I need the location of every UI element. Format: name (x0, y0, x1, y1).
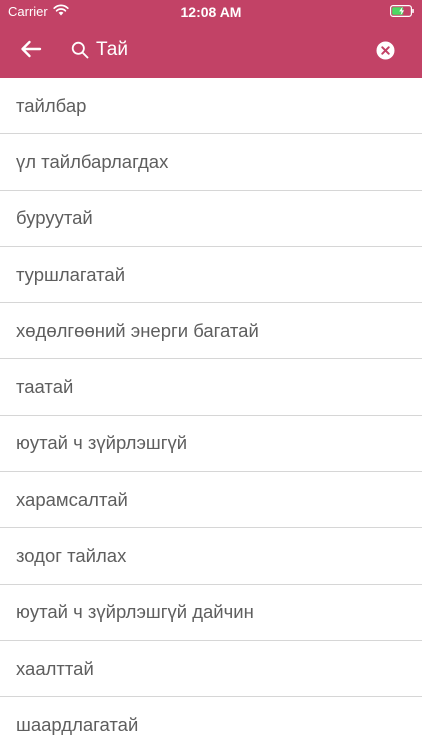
list-item[interactable]: харамсалтай (0, 472, 422, 529)
battery-charging-icon (390, 5, 414, 17)
search-toolbar (0, 22, 422, 78)
search-results-list: тайлбар үл тайлбарлагдах буруутай туршла… (0, 78, 422, 750)
app-header: Carrier 12:08 AM (0, 0, 422, 78)
list-item[interactable]: таатай (0, 359, 422, 416)
clear-search-button[interactable] (376, 41, 395, 60)
list-item[interactable]: буруутай (0, 191, 422, 247)
list-item[interactable]: юутай ч зүйрлэшгүй (0, 416, 422, 473)
list-item[interactable]: үл тайлбарлагдах (0, 134, 422, 191)
search-icon (71, 41, 89, 59)
list-item[interactable]: хөдөлгөөний энерги багатай (0, 303, 422, 360)
status-bar: Carrier 12:08 AM (0, 0, 422, 22)
list-item[interactable]: тайлбар (0, 78, 422, 135)
list-item[interactable]: зодог тайлах (0, 528, 422, 585)
back-button[interactable] (16, 36, 46, 62)
clock: 12:08 AM (180, 4, 242, 20)
list-item[interactable]: хаалттай (0, 641, 422, 698)
list-item[interactable]: туршлагатай (0, 247, 422, 304)
list-item[interactable]: шаардлагатай (0, 697, 422, 750)
arrow-left-icon (21, 40, 42, 58)
search-input[interactable] (96, 36, 356, 64)
list-item[interactable]: юутай ч зүйрлэшгүй дайчин (0, 585, 422, 641)
